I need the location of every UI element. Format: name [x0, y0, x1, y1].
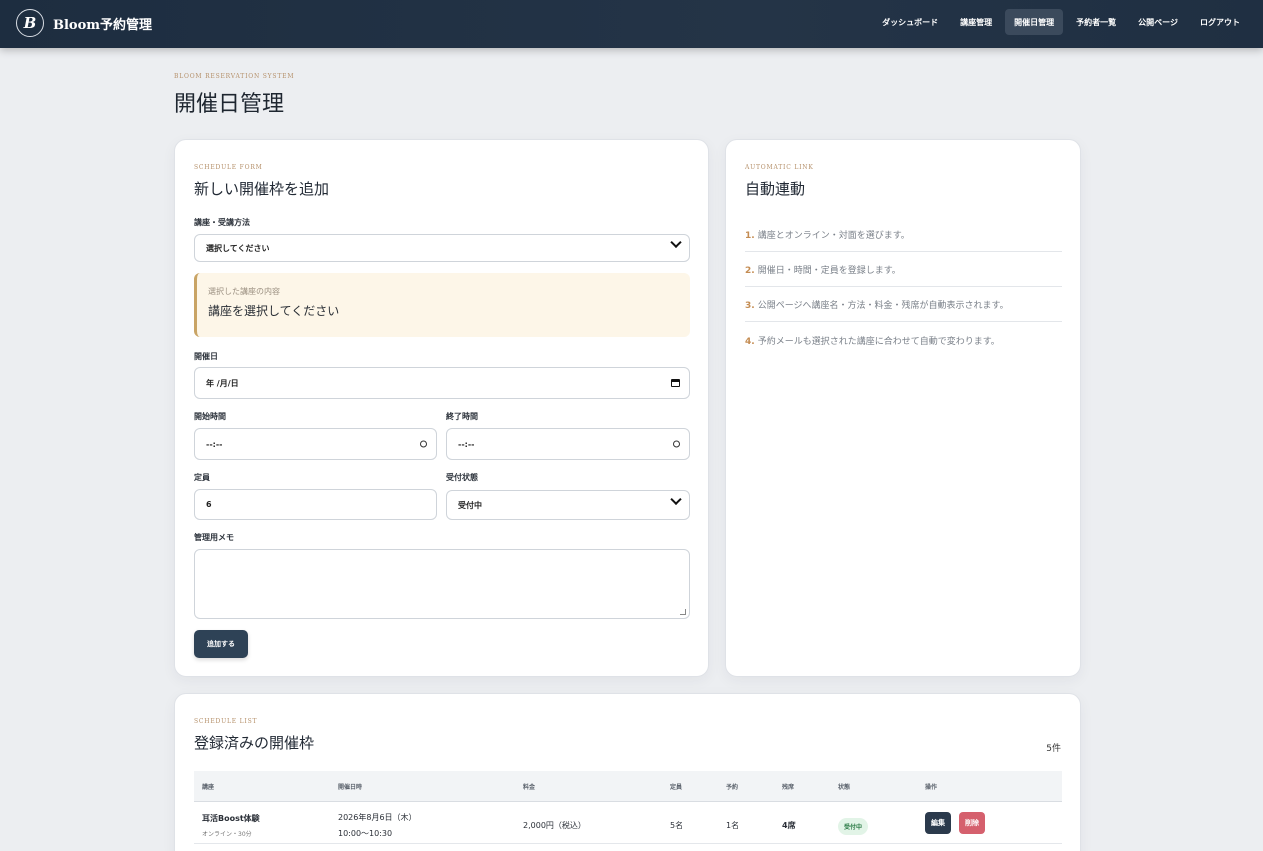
course-label: 講座・受講方法	[194, 218, 250, 227]
schedule-count: 5件	[1046, 744, 1061, 754]
step-item: 2. 開催日・時間・定員を登録します。	[745, 263, 1062, 287]
course-select-value: 選択してください	[206, 243, 270, 253]
nav-courses[interactable]: 講座管理	[951, 9, 1001, 35]
end-time-value: --:--	[458, 439, 475, 449]
step-number: 1.	[745, 231, 755, 241]
step-number: 4.	[745, 337, 755, 347]
row-capacity: 5名	[670, 821, 684, 830]
step-item: 4. 予約メールも選択された講座に合わせて自動で変わります。	[745, 334, 1062, 357]
column-header: 操作	[925, 784, 938, 791]
status-label: 受付状態	[446, 473, 478, 482]
auto-eyebrow: AUTOMATIC LINK	[745, 164, 814, 171]
resize-handle-icon[interactable]	[680, 609, 686, 615]
row-date: 2026年8月6日（木）	[338, 813, 417, 822]
edit-button[interactable]: 編集	[925, 812, 951, 834]
table-row: 耳活Boost体験 オンライン・30分 2026年8月6日（木） 10:00〜1…	[194, 802, 1062, 844]
add-schedule-button[interactable]: 追加する	[194, 630, 248, 658]
calendar-icon[interactable]	[671, 379, 680, 387]
course-select[interactable]: 選択してください	[194, 234, 690, 262]
list-title: 登録済みの開催枠	[194, 734, 315, 752]
page-eyebrow: BLOOM RESERVATION SYSTEM	[174, 73, 295, 80]
status-badge: 受付中	[838, 818, 869, 835]
end-time-label: 終了時間	[446, 412, 478, 421]
date-input[interactable]: 年 /月/日	[194, 367, 690, 399]
nav-schedules[interactable]: 開催日管理	[1005, 9, 1064, 35]
column-header: 講座	[202, 784, 215, 791]
capacity-label: 定員	[194, 473, 210, 482]
step-text: 開催日・時間・定員を登録します。	[757, 266, 901, 276]
memo-textarea[interactable]	[194, 549, 690, 619]
status-select-value: 受付中	[458, 500, 482, 510]
clock-icon[interactable]	[673, 440, 680, 448]
table-header: 講座 開催日時 料金 定員 予約 残席 状態 操作	[194, 771, 1062, 802]
brand-logo[interactable]: B Bloom予約管理	[16, 9, 152, 37]
page-title: 開催日管理	[174, 92, 285, 117]
schedule-list-card: SCHEDULE LIST 登録済みの開催枠 5件 講座 開催日時 料金 定員 …	[174, 693, 1081, 851]
start-time-input[interactable]: --:--	[194, 428, 437, 460]
form-eyebrow: SCHEDULE FORM	[194, 164, 263, 171]
column-header: 予約	[726, 784, 739, 791]
column-header: 開催日時	[338, 784, 363, 791]
nav-reservations[interactable]: 予約者一覧	[1067, 9, 1125, 35]
nav-dashboard[interactable]: ダッシュボード	[873, 9, 947, 35]
capacity-value: 6	[206, 500, 212, 509]
row-course: 耳活Boost体験	[202, 814, 260, 823]
nav-public-page[interactable]: 公開ページ	[1129, 9, 1187, 35]
chevron-down-icon	[670, 493, 682, 509]
column-header: 状態	[838, 784, 851, 791]
top-navbar: B Bloom予約管理 ダッシュボード 講座管理 開催日管理 予約者一覧 公開ペ…	[0, 0, 1263, 48]
step-text: 講座とオンライン・対面を選びます。	[757, 231, 910, 241]
column-header: 残席	[782, 784, 795, 791]
column-header: 定員	[670, 784, 683, 791]
end-time-input[interactable]: --:--	[446, 428, 690, 460]
memo-label: 管理用メモ	[194, 533, 234, 542]
auto-title: 自動連動	[745, 180, 806, 198]
capacity-input[interactable]: 6	[194, 489, 437, 520]
nav-logout[interactable]: ログアウト	[1191, 9, 1249, 35]
preview-text: 講座を選択してください	[208, 304, 340, 318]
column-header: 料金	[523, 784, 536, 791]
step-text: 公開ページへ講座名・方法・料金・残席が自動表示されます。	[757, 301, 1009, 311]
step-item: 1. 講座とオンライン・対面を選びます。	[745, 228, 1062, 252]
row-price: 2,000円（税込）	[523, 821, 586, 830]
schedule-form-card: SCHEDULE FORM 新しい開催枠を追加 講座・受講方法 選択してください…	[174, 139, 709, 677]
automatic-link-card: AUTOMATIC LINK 自動連動 1. 講座とオンライン・対面を選びます。 …	[725, 139, 1081, 677]
step-number: 2.	[745, 266, 755, 276]
start-time-value: --:--	[206, 439, 223, 449]
row-booked: 1名	[726, 821, 740, 830]
date-input-value: 年 /月/日	[206, 378, 239, 388]
form-title: 新しい開催枠を追加	[194, 180, 330, 198]
delete-button[interactable]: 削除	[959, 812, 985, 834]
chevron-down-icon	[670, 236, 682, 252]
preview-label: 選択した講座の内容	[208, 287, 280, 296]
step-text: 予約メールも選択された講座に合わせて自動で変わります。	[757, 337, 1000, 347]
list-eyebrow: SCHEDULE LIST	[194, 718, 258, 725]
step-number: 3.	[745, 301, 755, 311]
status-select[interactable]: 受付中	[446, 490, 690, 520]
date-label: 開催日	[194, 352, 218, 361]
row-course-sub: オンライン・30分	[202, 831, 252, 838]
row-time: 10:00〜10:30	[338, 829, 393, 838]
course-preview: 選択した講座の内容 講座を選択してください	[194, 273, 690, 337]
step-item: 3. 公開ページへ講座名・方法・料金・残席が自動表示されます。	[745, 298, 1062, 322]
brand-badge-icon: B	[16, 9, 44, 37]
brand-name: Bloom予約管理	[53, 17, 153, 33]
main-nav: ダッシュボード 講座管理 開催日管理 予約者一覧 公開ページ ログアウト	[869, 9, 1249, 35]
start-time-label: 開始時間	[194, 412, 226, 421]
clock-icon[interactable]	[420, 440, 427, 448]
row-remaining: 4席	[782, 821, 796, 830]
